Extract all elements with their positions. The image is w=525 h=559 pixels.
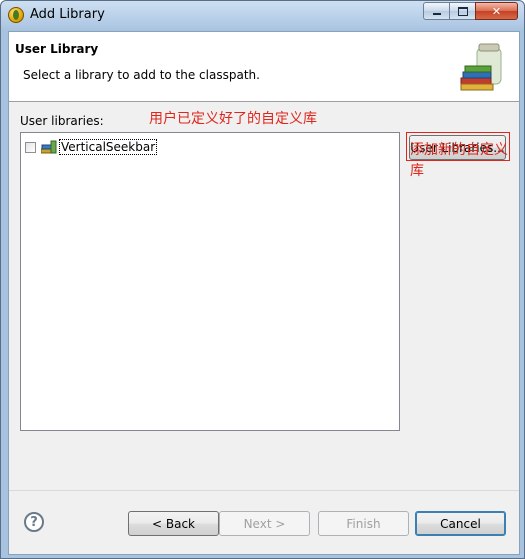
maximize-button[interactable] — [449, 2, 475, 20]
annotation-existing-library: 用户已定义好了的自定义库 — [149, 111, 317, 127]
cancel-button[interactable]: Cancel — [415, 511, 506, 536]
close-icon: ✕ — [491, 4, 502, 18]
minimize-icon — [432, 13, 441, 15]
close-button[interactable]: ✕ — [475, 2, 518, 20]
help-icon[interactable]: ? — [24, 512, 44, 532]
finish-button[interactable]: Finish — [318, 511, 409, 536]
window-title: Add Library — [30, 7, 105, 22]
list-item[interactable]: VerticalSeekbar — [25, 138, 158, 156]
title-bar[interactable]: Add Library ✕ — [1, 1, 524, 31]
page-title: User Library — [15, 42, 99, 56]
minimize-button[interactable] — [423, 2, 449, 20]
dialog-window: Add Library ✕ User Library Select a libr… — [0, 0, 525, 559]
back-button[interactable]: < Back — [128, 511, 219, 536]
user-libraries-label: User libraries: — [20, 114, 104, 128]
library-checkbox[interactable] — [25, 141, 36, 153]
wizard-banner: User Library Select a library to add to … — [9, 32, 519, 102]
user-libraries-list[interactable]: VerticalSeekbar — [20, 132, 400, 431]
caption-buttons: ✕ — [423, 2, 518, 21]
annotation-add-library: 添加新的自定义库 — [410, 142, 508, 179]
books-icon — [460, 43, 502, 91]
footer-divider — [9, 490, 519, 491]
page-description: Select a library to add to the classpath… — [23, 68, 260, 82]
next-button[interactable]: Next > — [219, 511, 310, 536]
eclipse-app-icon — [8, 7, 24, 23]
library-jar-icon — [41, 140, 57, 154]
maximize-icon — [457, 6, 468, 16]
library-name: VerticalSeekbar — [59, 139, 158, 155]
